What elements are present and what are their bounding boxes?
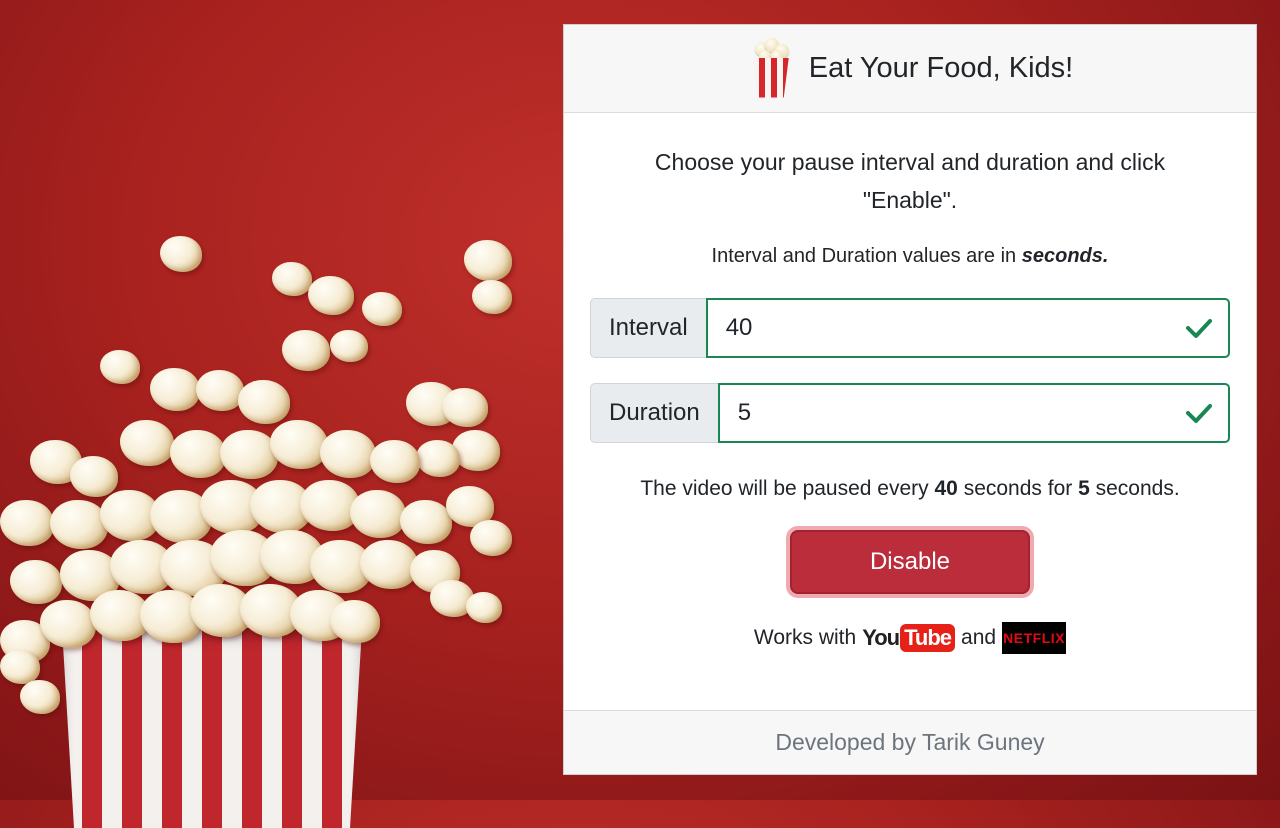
app-title: Eat Your Food, Kids! <box>808 52 1074 84</box>
popcorn-kernel <box>160 236 202 272</box>
popcorn-icon <box>747 37 795 100</box>
pause-summary: The video will be paused every 40 second… <box>640 477 1179 501</box>
extension-popup: Eat Your Food, Kids! Choose your pause i… <box>563 24 1257 775</box>
popcorn-kernel <box>272 262 312 296</box>
popcorn-kernel <box>100 350 140 384</box>
popcorn-kernel <box>238 380 290 424</box>
popcorn-kernel <box>442 388 488 427</box>
popcorn-kernel <box>120 420 174 466</box>
summary-suffix: seconds. <box>1089 477 1180 500</box>
popcorn-kernel <box>40 600 96 648</box>
card-header: Eat Your Food, Kids! <box>564 25 1256 113</box>
popcorn-kernel <box>10 560 62 604</box>
popcorn-kernel <box>150 368 200 411</box>
popcorn-kernel <box>308 276 354 315</box>
popcorn-kernel <box>0 500 54 546</box>
duration-label: Duration <box>590 383 718 443</box>
popcorn-kernel <box>196 370 244 411</box>
units-note-text: Interval and Duration values are in <box>711 245 1022 267</box>
popcorn-kernel <box>466 592 502 623</box>
interval-input-group: Interval <box>590 298 1230 358</box>
works-with-and: and <box>961 626 997 649</box>
popcorn-kernel <box>220 430 278 479</box>
popcorn-kernel <box>330 600 380 643</box>
popcorn-kernel <box>0 650 40 684</box>
popcorn-kernel <box>70 456 118 497</box>
popcorn-kernel <box>360 540 418 589</box>
popcorn-kernel <box>370 440 420 483</box>
netflix-logo: NETFLIX <box>1002 622 1067 654</box>
summary-interval-value: 40 <box>934 477 958 500</box>
summary-middle: seconds for <box>957 477 1079 500</box>
popcorn-kernel <box>400 500 452 544</box>
units-note: Interval and Duration values are in seco… <box>712 245 1109 268</box>
duration-input-group: Duration <box>590 383 1230 443</box>
summary-prefix: The video will be paused every <box>640 477 935 500</box>
popcorn-kernel <box>362 292 402 326</box>
disable-button[interactable]: Disable <box>790 530 1030 594</box>
popcorn-kernel <box>282 330 330 371</box>
interval-input-wrapper <box>705 298 1230 358</box>
works-with-row: Works with You Tube and NETFLIX <box>753 622 1067 654</box>
duration-input-wrapper <box>717 383 1230 443</box>
instructions-text: Choose your pause interval and duration … <box>654 149 1166 213</box>
youtube-logo-you: You <box>862 625 900 650</box>
interval-input[interactable] <box>707 300 1228 356</box>
popcorn-kernel <box>350 490 406 538</box>
units-note-emphasis: seconds. <box>1021 245 1109 267</box>
card-body: Choose your pause interval and duration … <box>564 113 1256 710</box>
developer-credit: Developed by Tarik Guney <box>775 729 1045 755</box>
popcorn-kernel <box>50 500 108 549</box>
card-footer: Developed by Tarik Guney <box>564 710 1256 774</box>
youtube-logo-tube: Tube <box>900 624 956 652</box>
popcorn-kernel <box>470 520 512 556</box>
popcorn-kernel <box>20 680 60 714</box>
summary-duration-value: 5 <box>1078 477 1090 500</box>
popcorn-kernel <box>472 280 512 314</box>
popcorn-bucket <box>62 628 362 828</box>
popcorn-kernel <box>320 430 376 478</box>
popcorn-kernel <box>170 430 226 478</box>
duration-input[interactable] <box>719 385 1228 441</box>
works-with-label: Works with <box>753 626 857 649</box>
popcorn-kernel <box>416 440 460 477</box>
valid-check-icon <box>1186 319 1212 338</box>
popcorn-kernel <box>330 330 368 362</box>
popcorn-kernel <box>270 420 328 469</box>
popcorn-background-image <box>0 0 600 828</box>
youtube-logo: You Tube <box>862 624 956 652</box>
valid-check-icon <box>1186 404 1212 423</box>
popcorn-kernel <box>464 240 512 281</box>
interval-label: Interval <box>590 298 706 358</box>
